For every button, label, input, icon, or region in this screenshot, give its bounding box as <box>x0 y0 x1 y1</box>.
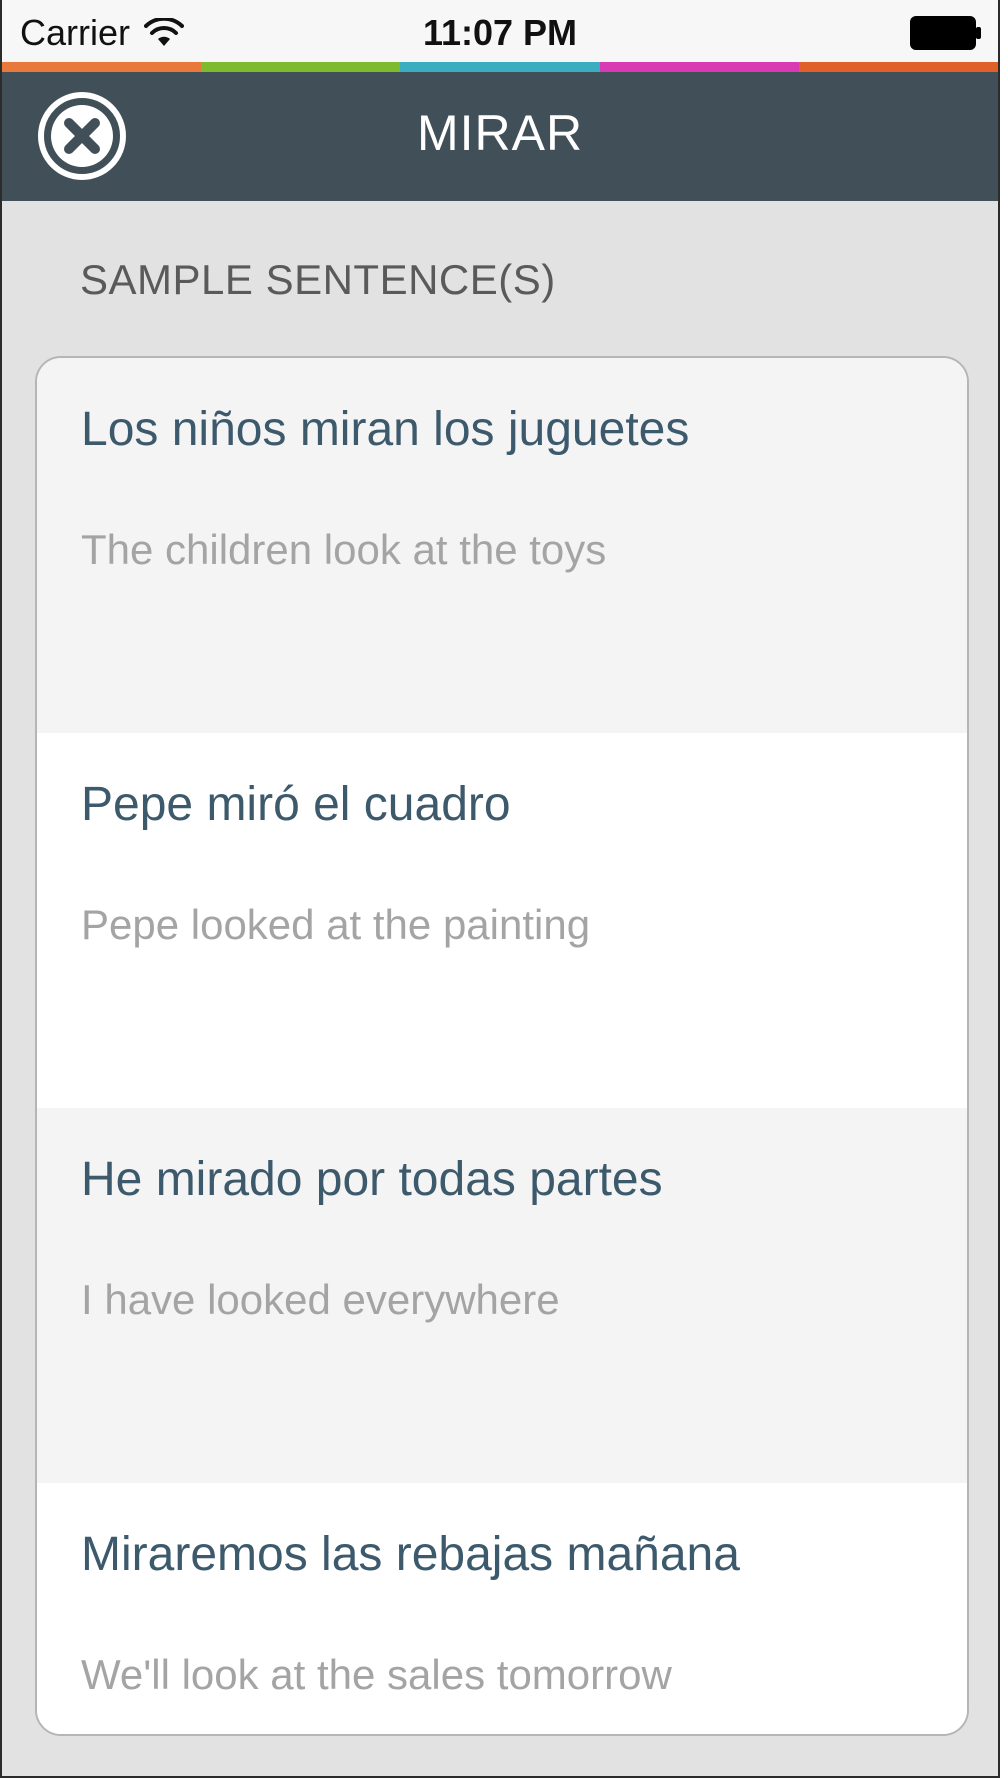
color-stripe <box>2 62 998 72</box>
sentence-english: I have looked everywhere <box>81 1276 560 1323</box>
sentence-english: We'll look at the sales tomorrow <box>81 1651 672 1698</box>
stripe-segment-5 <box>798 62 998 72</box>
sentence-english: The children look at the toys <box>81 526 607 573</box>
battery-icon <box>910 16 981 50</box>
sentence-english: Pepe looked at the painting <box>81 901 591 948</box>
stripe-segment-4 <box>599 62 799 72</box>
stripe-segment-3 <box>400 62 600 72</box>
section-header: SAMPLE SENTENCE(S) <box>80 256 556 303</box>
sentence-spanish: Miraremos las rebajas mañana <box>81 1528 740 1581</box>
page-title: MIRAR <box>416 105 584 161</box>
sentence-row[interactable]: Miraremos las rebajas mañana We'll look … <box>37 1483 967 1734</box>
stripe-segment-1 <box>2 62 202 72</box>
stripe-segment-2 <box>201 62 401 72</box>
sentence-spanish: Pepe miró el cuadro <box>81 778 511 831</box>
sentence-spanish: He mirado por todas partes <box>81 1153 663 1206</box>
status-time: 11:07 PM <box>422 12 578 53</box>
sentence-row[interactable]: He mirado por todas partes I have looked… <box>37 1108 967 1483</box>
status-bar: Carrier 11:07 PM <box>2 0 998 62</box>
sentence-spanish: Los niños miran los juguetes <box>81 403 690 456</box>
sentences-card: Los niños miran los juguetes The childre… <box>35 356 969 1736</box>
sentence-row[interactable]: Los niños miran los juguetes The childre… <box>37 358 967 733</box>
app-screen: Carrier 11:07 PM MIRAR SAMPLE SENTENCE(S… <box>0 0 1000 1778</box>
sentence-row[interactable]: Pepe miró el cuadro Pepe looked at the p… <box>37 733 967 1108</box>
nav-bar: MIRAR <box>2 72 998 201</box>
